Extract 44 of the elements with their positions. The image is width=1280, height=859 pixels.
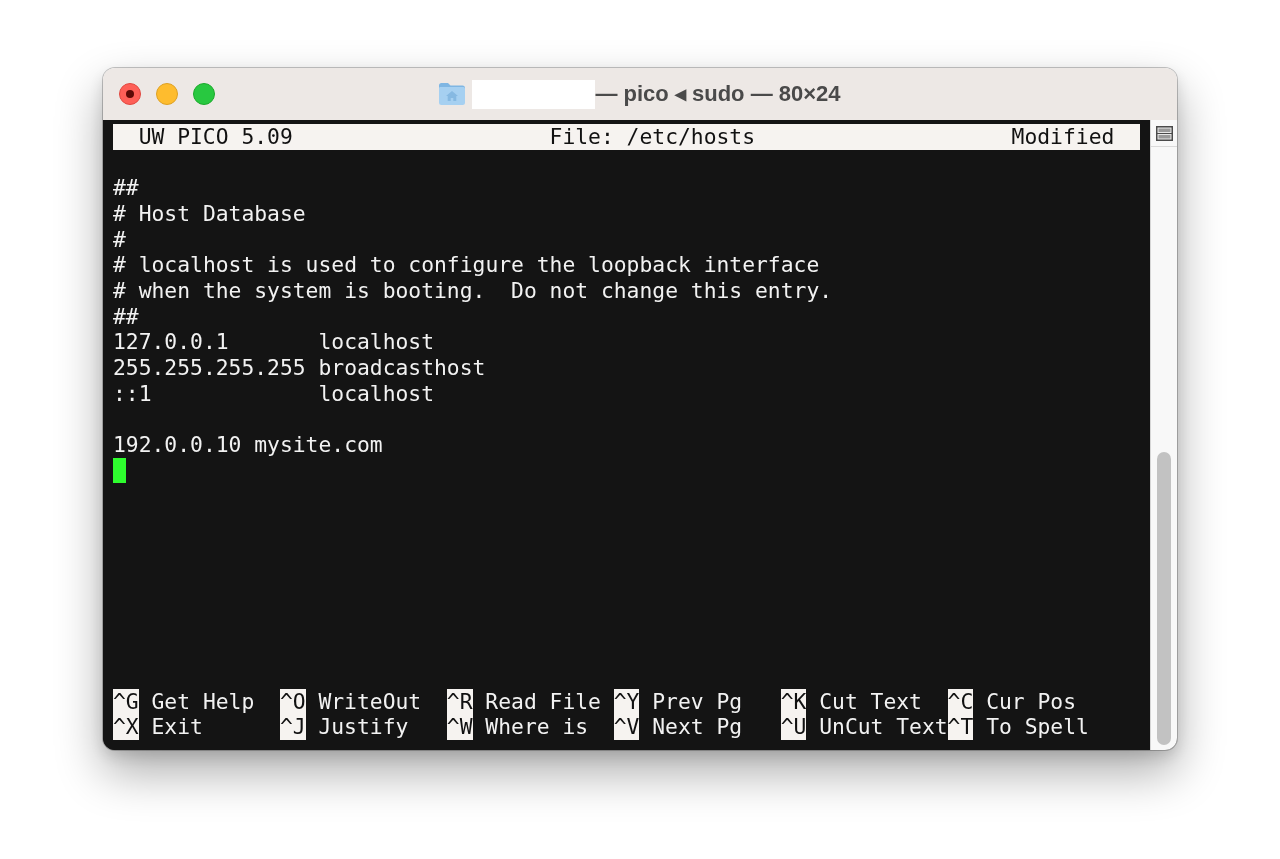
shortcut-label: UnCut Text (819, 714, 948, 740)
shortcut-key: ^Y (613, 688, 640, 715)
shortcut-key: ^T (947, 714, 974, 740)
file-text-line: 127.0.0.1 localhost (113, 329, 434, 356)
home-folder-icon (439, 83, 466, 105)
shortcut-key: ^V (613, 714, 640, 740)
shortcut-label: Next Pg (652, 714, 743, 740)
shortcut-key: ^K (780, 688, 807, 715)
file-text-line: # when the system is booting. Do not change this entry. (113, 278, 833, 304)
split-pane-icon[interactable] (1155, 125, 1173, 141)
shortcut-key: ^U (780, 714, 807, 740)
shortcut-label: Justify (318, 714, 409, 740)
shortcut-label: Cur Pos (986, 688, 1076, 715)
shortcut-label: WriteOut (318, 688, 422, 715)
modified-status: Modified (1011, 124, 1115, 150)
file-text-line: # (113, 226, 126, 253)
shortcut-key: ^W (446, 714, 473, 740)
file-text-line: # localhost is used to configure the loopback interface (113, 252, 820, 279)
file-text-line: ## (113, 303, 139, 330)
shortcut-label: To Spell (986, 714, 1089, 740)
file-text-line: 255.255.255.255 broadcasthost (113, 355, 486, 381)
shortcut-label: Exit (151, 714, 203, 740)
shortcut-label: Get Help (151, 688, 255, 715)
shortcut-label: Cut Text (819, 688, 922, 715)
scrollbar-thumb[interactable] (1157, 452, 1171, 745)
file-name-label: File: /etc/hosts (549, 124, 756, 150)
shortcut-label: Prev Pg (652, 688, 743, 715)
app-version-label: UW PICO 5.09 (138, 124, 294, 150)
shortcut-label: Read File (485, 688, 601, 715)
shortcut-key: ^C (947, 688, 974, 715)
file-text-line: # Host Database (113, 201, 306, 227)
shortcut-key: ^J (279, 714, 306, 740)
file-text-line: 192.0.0.10 mysite.com (113, 432, 383, 458)
window-title: — pico ◂ sudo — 80×24 (595, 81, 841, 107)
shortcut-key: ^O (279, 688, 306, 715)
close-button[interactable] (119, 83, 141, 105)
file-text-line: ::1 localhost (113, 380, 434, 407)
minimize-button[interactable] (156, 83, 178, 105)
shortcut-key: ^G (113, 688, 139, 715)
file-text-line: ## (113, 175, 139, 201)
shortcut-key: ^R (446, 688, 473, 715)
shortcut-label: Where is (485, 714, 589, 740)
shortcut-key: ^X (113, 714, 139, 740)
zoom-button[interactable] (193, 83, 215, 105)
